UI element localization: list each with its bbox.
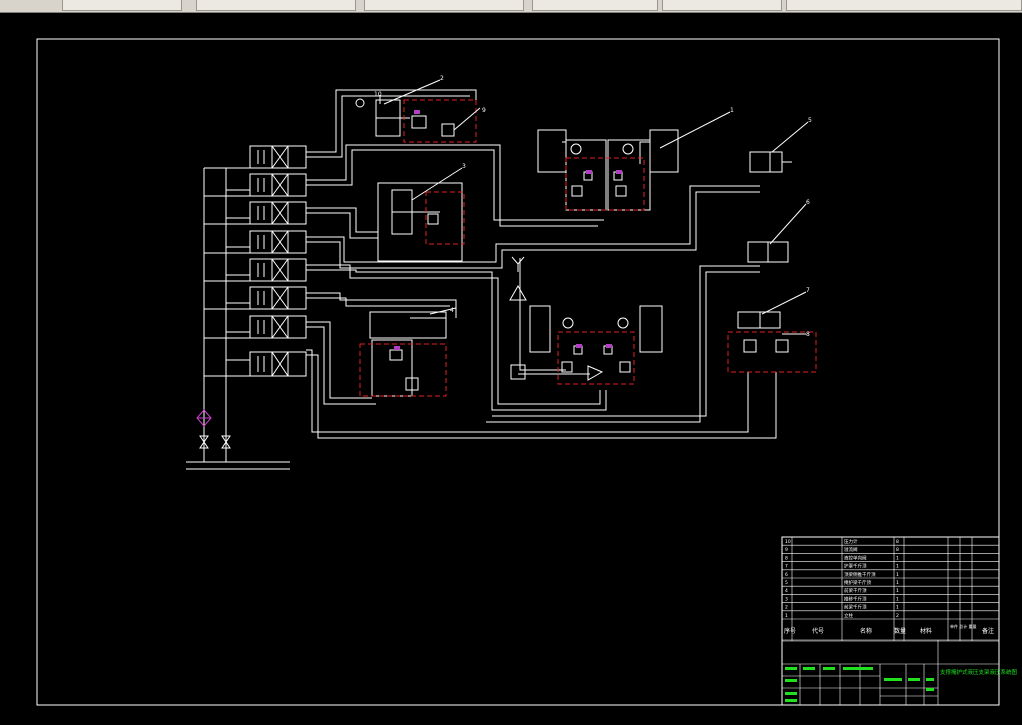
bom-row-qty: 8 [896, 547, 899, 553]
bom-row-qty: 1 [896, 605, 899, 611]
pressure-gauge-icon [617, 317, 629, 329]
label-3: 3 [462, 163, 466, 170]
bom-row-name: 护罩千斤顶 [844, 563, 867, 570]
bom-row-qty: 2 [896, 613, 899, 619]
bom-row-name: 推移千斤顶 [844, 595, 867, 602]
bom-row-name: 液控单向阀 [844, 554, 867, 561]
header-qty: 数量 [894, 627, 906, 635]
label-1: 1 [730, 107, 734, 114]
cad-drawing-canvas[interactable]: 2 10 9 3 1 5 6 7 4 8 10 压力计 8 9 溢流阀 8 8 液控单向阀 1 7… [0, 12, 1022, 725]
bom-row-qty: 1 [896, 555, 899, 561]
pump-station [196, 409, 231, 449]
bom-row-name: 前梁千斤顶 [844, 587, 867, 594]
bom-row-name: 前梁千斤顶 [844, 604, 867, 611]
component-labels: 2 10 9 3 1 5 6 7 4 8 [374, 75, 812, 338]
bom-row-name: 立柱 [844, 612, 853, 619]
label-2: 2 [440, 75, 444, 82]
bom-row-name: 顶梁侧推千斤顶 [844, 571, 876, 578]
valve-1 [249, 145, 307, 169]
cylinder-1d [639, 305, 663, 353]
valve-7 [249, 315, 307, 339]
taskbar-button[interactable] [196, 0, 356, 11]
bom-row-name: 压力计 [844, 538, 858, 545]
label-5: 5 [808, 117, 812, 124]
label-8: 8 [806, 331, 810, 338]
bom-row-no: 7 [785, 564, 788, 570]
cylinder-5 [749, 151, 783, 173]
header-name: 名称 [860, 627, 872, 635]
bom-row-qty: 1 [896, 564, 899, 570]
bom-row-qty: 1 [896, 572, 899, 578]
label-4: 4 [450, 307, 454, 314]
bom-row-no: 10 [785, 539, 791, 545]
pressure-gauge-icon [622, 143, 634, 155]
header-code: 代号 [812, 627, 824, 635]
taskbar-button[interactable] [786, 0, 1022, 11]
pressure-gauge-icon [570, 143, 582, 155]
cylinder-4 [369, 311, 447, 339]
label-10: 10 [374, 91, 382, 98]
cylinder-1b [649, 129, 679, 173]
hydraulic-pipes [186, 89, 777, 470]
bom-row-no: 2 [785, 605, 788, 611]
header-note: 备注 [982, 627, 994, 635]
label-9: 9 [482, 107, 486, 114]
valve-6 [249, 286, 307, 310]
taskbar-button[interactable] [62, 0, 182, 11]
cylinder-1a [537, 129, 567, 173]
bom-row-name: 溢流阀 [844, 546, 858, 553]
title-block: 10 压力计 8 9 溢流阀 8 8 液控单向阀 1 7 护罩千斤顶 1 6 顶梁侧推千斤顶 1 5 掩护梁千斤… [781, 536, 1018, 706]
header-material: 材料 [920, 627, 932, 635]
check-valves [389, 115, 789, 391]
valve-3 [249, 201, 307, 225]
bom-row-qty: 1 [896, 580, 899, 586]
bom-row-no: 6 [785, 572, 788, 578]
cylinder-7 [737, 311, 781, 329]
valve-2 [249, 173, 307, 197]
bom-row-name: 掩护梁千斤顶 [844, 579, 871, 586]
bom-row-qty: 8 [896, 539, 899, 545]
bom-row-no: 8 [785, 555, 788, 561]
valve-5 [249, 258, 307, 282]
bom-row-no: 1 [785, 613, 788, 619]
header-weight: 单件 总计 重量 [950, 623, 977, 629]
directional-valve-stack [249, 145, 307, 377]
taskbar-button[interactable] [532, 0, 658, 11]
cylinder-1c [529, 305, 551, 353]
accumulator-icon [509, 284, 527, 301]
valve-4 [249, 230, 307, 254]
leader-lines [379, 79, 809, 335]
valve-8 [249, 351, 307, 377]
taskbar-button[interactable] [662, 0, 782, 11]
label-7: 7 [806, 287, 810, 294]
bom-row-no: 9 [785, 547, 788, 553]
label-6: 6 [806, 199, 810, 206]
solenoid-marks [394, 110, 622, 350]
bom-row-qty: 1 [896, 596, 899, 602]
pressure-gauge-icon [562, 317, 574, 329]
bom-row-no: 5 [785, 580, 788, 586]
hose-y-icon [511, 256, 525, 272]
tank-box [510, 364, 526, 380]
taskbar-button[interactable] [364, 0, 524, 11]
bom-row-no: 4 [785, 588, 788, 594]
bom-row-no: 3 [785, 596, 788, 602]
header-seq: 序号 [784, 627, 796, 635]
drawing-title: 支撑掩护式液压支架液压系统图 [940, 668, 1018, 676]
bom-row-qty: 1 [896, 588, 899, 594]
pressure-gauge-icon [355, 98, 365, 108]
